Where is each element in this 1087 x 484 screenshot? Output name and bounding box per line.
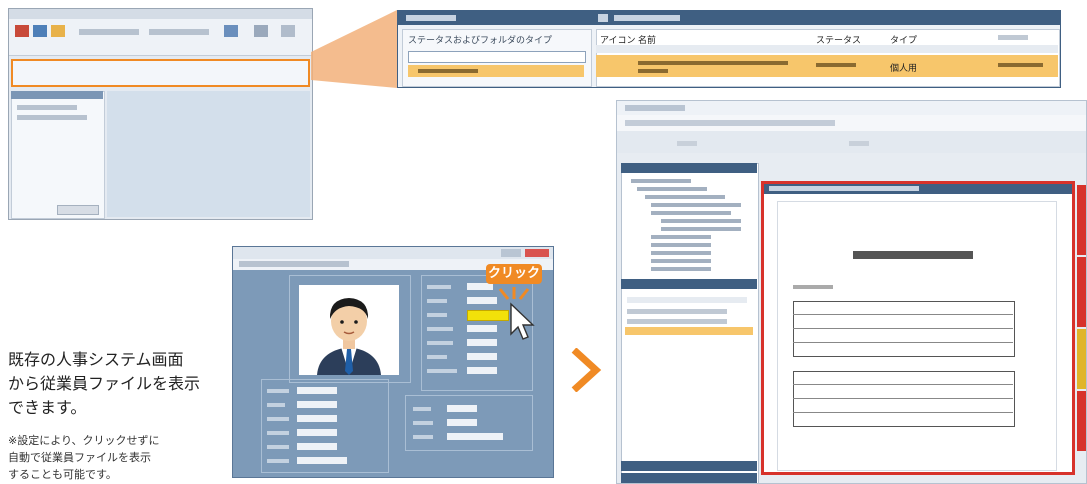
zoom-section-title: ステータスおよびフォルダのタイプ <box>408 36 553 46</box>
name-field-highlighted[interactable] <box>467 310 509 321</box>
arrow-right-icon <box>571 348 602 392</box>
zoomed-strip: ステータスおよびフォルダのタイプ アイコン 名前 ステータス タイプ 個人用 <box>397 10 1061 88</box>
note-line-2: 自動で従業員ファイルを表示 <box>8 451 151 464</box>
caption-line-2: から従業員ファイルを表示 <box>8 374 201 393</box>
selected-file-row[interactable] <box>625 327 753 335</box>
avatar-photo <box>317 298 381 375</box>
note-line-3: することも可能です。 <box>8 468 117 481</box>
mouse-cursor-icon <box>510 302 535 340</box>
click-label: クリック <box>487 266 540 281</box>
file-viewer-window <box>616 100 1087 484</box>
employee-photo <box>299 285 399 375</box>
caption-note: ※設定により、クリックせずに 自動で従業員ファイルを表示 することも可能です。 <box>8 432 223 483</box>
caption-line-3: できます。 <box>8 398 87 417</box>
caption-line-1: 既存の人事システム画面 <box>8 350 184 369</box>
caption-main: 既存の人事システム画面 から従業員ファイルを表示 できます。 <box>8 348 218 420</box>
note-line-1: ※設定により、クリックせずに <box>8 434 160 447</box>
zoom-row-type: 個人用 <box>890 64 918 74</box>
